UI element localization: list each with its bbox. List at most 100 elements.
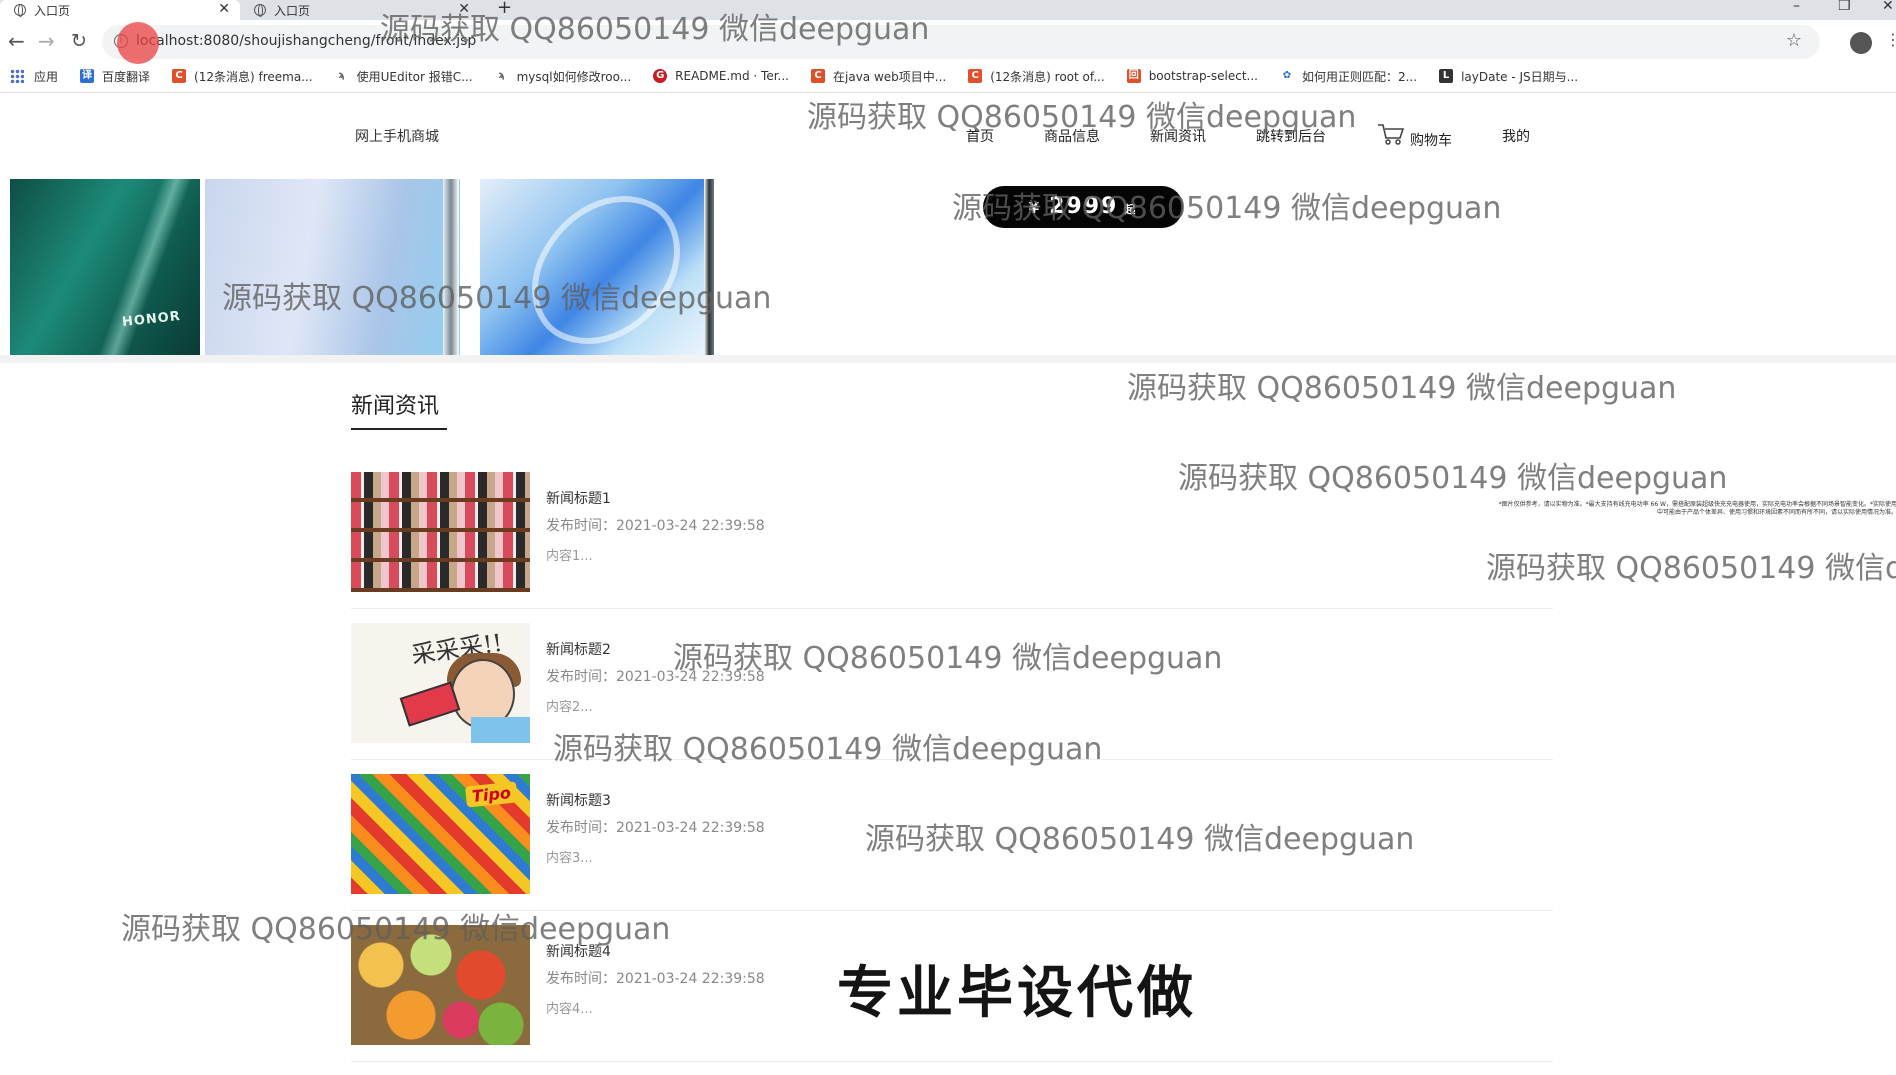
baidu-translate-icon: 译: [80, 69, 95, 83]
yen-symbol: ¥: [1028, 199, 1042, 217]
profile-avatar-icon[interactable]: [1850, 32, 1872, 54]
news-time: 发布时间：2021-03-24 22:39:58: [546, 669, 765, 685]
nav-news[interactable]: 新闻资讯: [1150, 126, 1206, 146]
browser-tab[interactable]: 入口页 ✕: [240, 0, 480, 20]
news-time: 发布时间：2021-03-24 22:39:58: [546, 820, 765, 836]
globe-icon: [254, 4, 266, 17]
news-list-item[interactable]: Tipo 新闻标题3 发布时间：2021-03-24 22:39:58 内容3.…: [351, 774, 1553, 924]
reload-icon[interactable]: ↻: [71, 30, 87, 52]
news-title[interactable]: 新闻标题2: [546, 639, 611, 659]
section-title-underline: [351, 428, 447, 430]
bookmark-label: bootstrap-select...: [1148, 69, 1258, 83]
news-content: 内容3...: [546, 851, 593, 866]
cart-icon[interactable]: [1377, 122, 1405, 146]
bookmark-star-icon[interactable]: ☆: [1786, 30, 1802, 51]
browser-tabstrip: 入口页 ✕ 入口页 ✕ + – ❐ ✕: [0, 0, 1896, 20]
news-thumbnail[interactable]: Tipo: [351, 774, 530, 894]
page-divider: [0, 92, 1896, 93]
ueditor-icon: ϡ: [338, 70, 345, 81]
click-indicator: [117, 22, 159, 64]
bookmark-item[interactable]: 回 bootstrap-select...: [1126, 69, 1258, 83]
price-value: 2999: [1049, 194, 1119, 219]
phone-screen-image: [205, 179, 460, 355]
bookmark-label: (12条消息) root of...: [990, 69, 1105, 84]
url-text[interactable]: localhost:8080/shoujishangcheng/front/in…: [136, 33, 476, 49]
snack-brand-label: Tipo: [465, 781, 518, 808]
bookmark-label: mysql如何修改roo...: [516, 69, 632, 84]
promo-headline: 专业毕设代做: [837, 961, 1197, 1026]
banner-divider: [0, 355, 1896, 363]
gitee-icon: G: [653, 69, 668, 83]
watermark: 源码获取 QQ86050149 微信deepguan: [1127, 371, 1677, 406]
bookmark-label: 百度翻译: [102, 69, 151, 84]
phone-edge: [704, 179, 714, 355]
bookmark-label: layDate - JS日期与...: [1461, 69, 1579, 84]
csdn-icon: C: [172, 69, 187, 83]
back-arrow-icon[interactable]: ←: [8, 30, 25, 52]
bookmark-item[interactable]: C (12条消息) freema...: [172, 68, 313, 85]
phone-product-image: HONOR: [10, 168, 714, 372]
mysql-icon: ϡ: [498, 70, 505, 81]
forward-arrow-icon[interactable]: →: [38, 30, 55, 52]
nav-mine[interactable]: 我的: [1502, 126, 1530, 146]
news-list-item[interactable]: 新闻标题1 发布时间：2021-03-24 22:39:58 内容1...: [351, 472, 1553, 622]
bookmark-item[interactable]: ✿ 如何用正则匹配：2...: [1280, 68, 1417, 85]
nav-home[interactable]: 首页: [966, 126, 994, 146]
laydate-icon: L: [1439, 69, 1454, 83]
bookmark-apps[interactable]: 应用: [10, 68, 58, 85]
tab-close-icon[interactable]: ✕: [458, 1, 470, 17]
price-badge: ¥2999 起: [983, 186, 1183, 228]
bookmark-label: README.md · Ter...: [675, 69, 789, 83]
hero-banner[interactable]: HONOR *图片仅供参考，请以实物为准。*最大支持有线充电功率 66 W，需搭…: [10, 168, 1896, 516]
news-time: 发布时间：2021-03-24 22:39:58: [546, 971, 765, 987]
news-title[interactable]: 新闻标题3: [546, 790, 611, 810]
bookmark-item[interactable]: C 在java web项目中...: [811, 68, 946, 85]
address-bar[interactable]: i localhost:8080/shoujishangcheng/front/…: [102, 25, 1820, 59]
bookmark-label: 应用: [34, 69, 59, 84]
bookmark-label: 使用UEditor 报错C...: [356, 69, 473, 84]
window-close-button[interactable]: ✕: [1882, 0, 1894, 14]
news-list-item[interactable]: 采采采!! 新闻标题2 发布时间：2021-03-24 22:39:58 内容2…: [351, 623, 1553, 773]
news-thumbnail[interactable]: [351, 472, 530, 592]
cartoon-book: [399, 681, 461, 727]
bookmark-item[interactable]: G README.md · Ter...: [653, 69, 789, 83]
banner-fineprint: *图片仅供参考，请以实物为准。*最大支持有线充电功率 66 W，需搭配原装超级快…: [1498, 501, 1896, 516]
nav-products[interactable]: 商品信息: [1044, 126, 1100, 146]
nav-cart[interactable]: 购物车: [1410, 130, 1452, 150]
new-tab-button[interactable]: +: [497, 0, 512, 18]
bookmark-item[interactable]: ϡ mysql如何修改roo...: [495, 68, 632, 85]
bookmark-label: 在java web项目中...: [833, 69, 947, 84]
bookmark-item[interactable]: L layDate - JS日期与...: [1439, 68, 1578, 85]
tab-close-icon[interactable]: ✕: [218, 1, 230, 17]
news-thumbnail[interactable]: 采采采!!: [351, 623, 530, 743]
bookmark-item[interactable]: 译 百度翻译: [80, 68, 150, 85]
cartoon-shirt: [471, 717, 530, 743]
tab-title: 入口页: [274, 3, 311, 18]
bookmark-label: (12条消息) freema...: [194, 69, 313, 84]
minimize-button[interactable]: –: [1793, 0, 1800, 14]
csdn-icon: C: [811, 69, 825, 83]
news-title[interactable]: 新闻标题1: [546, 488, 611, 508]
bootstrap-icon: 回: [1126, 69, 1141, 83]
news-time: 发布时间：2021-03-24 22:39:58: [546, 518, 765, 534]
news-content: 内容1...: [546, 549, 593, 564]
tab-title: 入口页: [34, 3, 71, 18]
news-content: 内容2...: [546, 700, 593, 715]
restore-button[interactable]: ❐: [1838, 0, 1851, 14]
bookmark-item[interactable]: C (12条消息) root of...: [968, 68, 1105, 85]
news-title[interactable]: 新闻标题4: [546, 941, 611, 961]
phone-back-image: HONOR: [10, 179, 200, 355]
globe-icon: [14, 4, 26, 17]
site-brand[interactable]: 网上手机商城: [355, 126, 439, 146]
nav-admin[interactable]: 跳转到后台: [1256, 126, 1326, 146]
baidu-paw-icon: ✿: [1282, 70, 1292, 81]
news-thumbnail[interactable]: [351, 925, 530, 1045]
bookmark-item[interactable]: ϡ 使用UEditor 报错C...: [335, 68, 473, 85]
news-content: 内容4...: [546, 1002, 593, 1017]
phone-edge: [443, 179, 459, 355]
price-suffix: 起: [1124, 203, 1138, 216]
apps-grid-icon: [10, 69, 24, 83]
browser-tab-active[interactable]: 入口页 ✕: [0, 0, 240, 20]
bookmark-label: 如何用正则匹配：2...: [1301, 69, 1418, 84]
browser-menu-icon[interactable]: ⋮: [1885, 30, 1896, 49]
